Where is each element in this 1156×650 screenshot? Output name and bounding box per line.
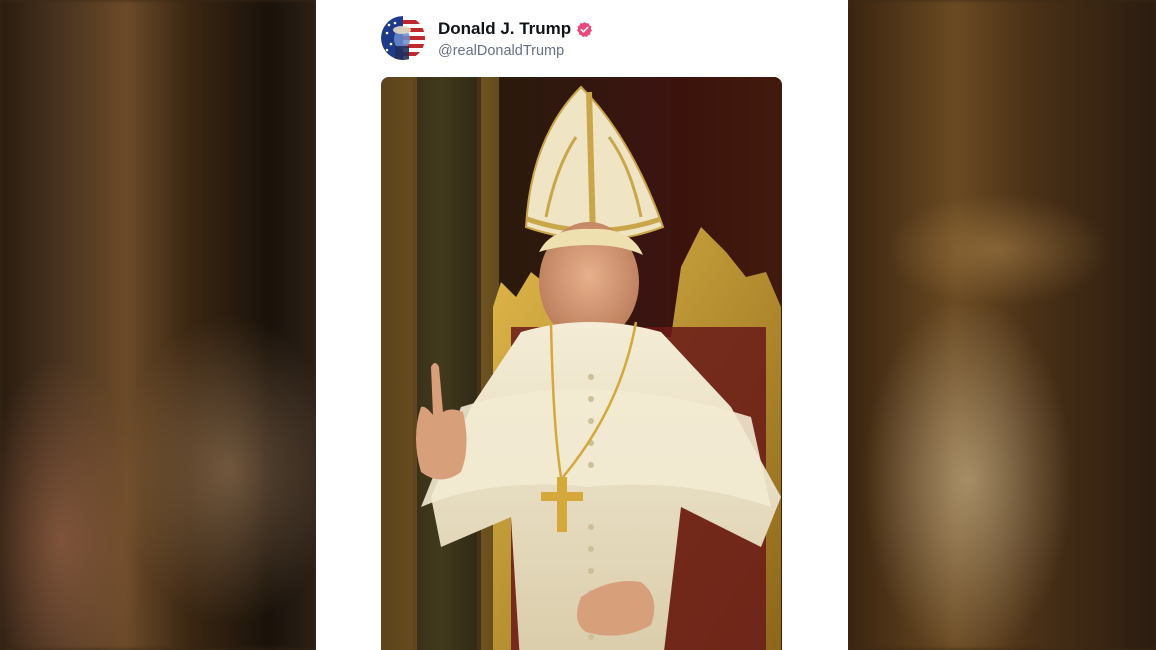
flag-portrait-avatar-icon	[381, 16, 425, 60]
papal-portrait-image-icon	[381, 77, 782, 650]
verified-badge-icon	[577, 21, 593, 37]
blurred-background-left	[0, 0, 316, 650]
blurred-background-right	[848, 0, 1156, 650]
author-name[interactable]: Donald J. Trump	[438, 19, 571, 39]
author-name-row[interactable]: Donald J. Trump	[438, 19, 593, 39]
post-media-image[interactable]	[381, 77, 782, 650]
author-handle[interactable]: @realDonaldTrump	[438, 43, 564, 59]
avatar[interactable]	[381, 16, 425, 60]
post-card: Donald J. Trump @realDonaldTrump	[316, 0, 848, 650]
